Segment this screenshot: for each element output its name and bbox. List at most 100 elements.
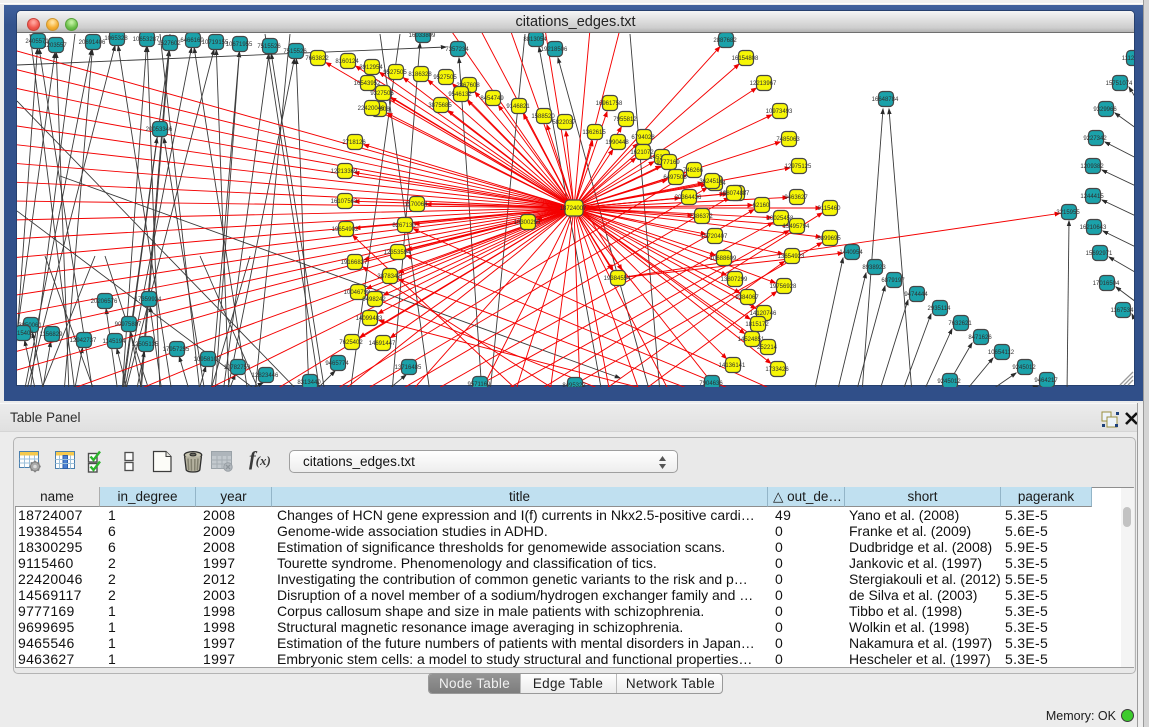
svg-text:5822037: 5822037 bbox=[552, 120, 576, 126]
svg-text:1362615: 1362615 bbox=[582, 130, 606, 136]
svg-text:14136141: 14136141 bbox=[719, 363, 746, 369]
svg-text:9384067: 9384067 bbox=[735, 295, 759, 301]
svg-text:1527602: 1527602 bbox=[157, 41, 181, 47]
svg-text:9464217: 9464217 bbox=[1034, 378, 1058, 384]
svg-text:6497508: 6497508 bbox=[663, 175, 687, 181]
svg-text:7663822: 7663822 bbox=[305, 56, 329, 62]
svg-text:13716485: 13716485 bbox=[395, 365, 422, 371]
svg-text:2935114: 2935114 bbox=[928, 306, 952, 312]
svg-text:8160124: 8160124 bbox=[335, 59, 359, 65]
svg-text:252214: 252214 bbox=[757, 345, 778, 351]
svg-text:10807487: 10807487 bbox=[720, 191, 747, 197]
svg-text:16210643: 16210643 bbox=[1080, 225, 1107, 231]
svg-text:8267130: 8267130 bbox=[392, 223, 416, 229]
svg-text:12353594: 12353594 bbox=[384, 250, 411, 256]
svg-text:10654112: 10654112 bbox=[988, 350, 1015, 356]
svg-text:19166827: 19166827 bbox=[341, 260, 368, 266]
svg-text:90975887: 90975887 bbox=[115, 322, 142, 328]
svg-text:1170064: 1170064 bbox=[405, 202, 429, 208]
svg-text:19384554: 19384554 bbox=[604, 276, 631, 282]
svg-text:7904636: 7904636 bbox=[699, 381, 723, 387]
svg-text:2718126: 2718126 bbox=[342, 140, 366, 146]
svg-text:19756928: 19756928 bbox=[770, 284, 797, 290]
svg-text:9527505: 9527505 bbox=[383, 70, 407, 76]
svg-text:7632621: 7632621 bbox=[948, 321, 972, 327]
svg-text:17016504: 17016504 bbox=[1093, 281, 1120, 287]
svg-text:1112843: 1112843 bbox=[1122, 56, 1134, 62]
svg-text:9546132: 9546132 bbox=[448, 92, 472, 98]
svg-text:8454749: 8454749 bbox=[480, 96, 504, 102]
svg-text:3624514: 3624514 bbox=[699, 179, 723, 185]
svg-text:9115460: 9115460 bbox=[818, 206, 842, 212]
svg-text:746266: 746266 bbox=[683, 168, 704, 174]
svg-text:9463627: 9463627 bbox=[784, 195, 808, 201]
svg-text:10671955: 10671955 bbox=[226, 42, 253, 48]
svg-text:6879197: 6879197 bbox=[881, 278, 905, 284]
svg-text:9245012: 9245012 bbox=[937, 379, 961, 385]
svg-text:10973493: 10973493 bbox=[766, 109, 793, 115]
svg-text:1167534: 1167534 bbox=[1111, 308, 1134, 314]
svg-text:3912954: 3912954 bbox=[359, 65, 383, 71]
svg-text:18300295: 18300295 bbox=[514, 220, 541, 226]
svg-text:12505135: 12505135 bbox=[132, 342, 159, 348]
svg-text:16648784: 16648784 bbox=[872, 97, 899, 103]
svg-text:16154808: 16154808 bbox=[732, 56, 759, 62]
svg-text:9227342: 9227342 bbox=[1083, 136, 1107, 142]
svg-text:9498242: 9498242 bbox=[362, 297, 386, 303]
svg-text:1244415: 1244415 bbox=[1080, 194, 1104, 200]
svg-text:17957255: 17957255 bbox=[163, 347, 190, 353]
svg-text:62160: 62160 bbox=[753, 203, 770, 209]
svg-text:6794028: 6794028 bbox=[631, 135, 655, 141]
svg-text:16961758: 16961758 bbox=[596, 101, 623, 107]
svg-text:16107563: 16107563 bbox=[331, 199, 358, 205]
svg-text:10653287: 10653287 bbox=[133, 37, 160, 43]
svg-text:14099483: 14099483 bbox=[356, 316, 383, 322]
svg-text:1203557: 1203557 bbox=[43, 43, 67, 49]
svg-text:19218506: 19218506 bbox=[541, 47, 568, 53]
svg-text:1733426: 1733426 bbox=[765, 367, 789, 373]
svg-text:9465774: 9465774 bbox=[325, 361, 349, 367]
svg-text:22420046: 22420046 bbox=[358, 106, 385, 112]
svg-text:7515526: 7515526 bbox=[283, 49, 307, 55]
svg-text:15692971: 15692971 bbox=[1086, 251, 1113, 257]
svg-text:1440954: 1440954 bbox=[839, 250, 863, 256]
svg-text:9527505: 9527505 bbox=[433, 75, 457, 81]
svg-text:12942737: 12942737 bbox=[70, 338, 97, 344]
svg-text:7955812: 7955812 bbox=[613, 117, 637, 123]
svg-text:13807299: 13807299 bbox=[721, 277, 748, 283]
svg-text:7485063: 7485063 bbox=[776, 137, 800, 143]
svg-text:10046798: 10046798 bbox=[344, 290, 371, 296]
svg-text:17359924: 17359924 bbox=[135, 297, 162, 303]
svg-text:1815172: 1815172 bbox=[745, 322, 769, 328]
svg-text:1065328: 1065328 bbox=[104, 36, 128, 42]
svg-text:15720407: 15720407 bbox=[701, 234, 728, 240]
svg-text:8495322: 8495322 bbox=[562, 383, 586, 387]
svg-text:14691447: 14691447 bbox=[369, 341, 396, 347]
svg-text:6899695: 6899695 bbox=[817, 236, 841, 242]
svg-text:8813054: 8813054 bbox=[523, 37, 547, 43]
svg-text:10782759: 10782759 bbox=[224, 365, 251, 371]
svg-text:7515526: 7515526 bbox=[257, 44, 281, 50]
svg-text:18724007: 18724007 bbox=[560, 206, 587, 212]
svg-text:1145194: 1145194 bbox=[103, 339, 127, 345]
svg-text:3878342: 3878342 bbox=[377, 274, 401, 280]
svg-text:13654923: 13654923 bbox=[778, 254, 805, 260]
svg-text:8186328: 8186328 bbox=[408, 72, 432, 78]
svg-text:1990448: 1990448 bbox=[605, 140, 629, 146]
svg-text:8313440: 8313440 bbox=[297, 380, 321, 386]
svg-text:10958107: 10958107 bbox=[194, 357, 221, 363]
svg-text:10688609: 10688609 bbox=[710, 256, 737, 262]
svg-text:20364436: 20364436 bbox=[675, 195, 702, 201]
svg-text:13495794: 13495794 bbox=[783, 224, 810, 230]
svg-text:7625402: 7625402 bbox=[339, 340, 363, 346]
svg-text:8471626: 8471626 bbox=[968, 335, 992, 341]
svg-text:1209382: 1209382 bbox=[1080, 164, 1104, 170]
svg-text:12213369: 12213369 bbox=[331, 169, 358, 175]
svg-text:12975125: 12975125 bbox=[785, 164, 812, 170]
svg-text:9245012: 9245012 bbox=[1012, 365, 1036, 371]
svg-text:2887682: 2887682 bbox=[713, 38, 737, 44]
svg-text:12213967: 12213967 bbox=[750, 81, 777, 87]
svg-text:19654902: 19654902 bbox=[332, 227, 359, 233]
svg-text:3215955: 3215955 bbox=[1056, 210, 1080, 216]
svg-text:20691406: 20691406 bbox=[79, 40, 106, 46]
